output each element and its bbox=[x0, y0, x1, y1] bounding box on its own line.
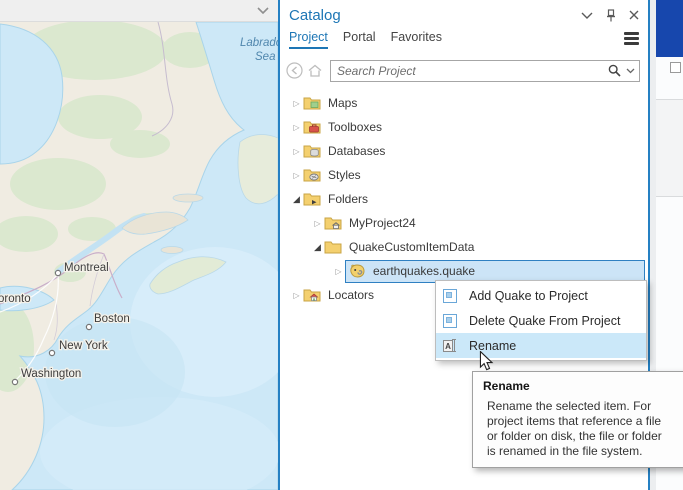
menu-item-rename[interactable]: A Rename bbox=[436, 333, 646, 358]
city-marker-montreal bbox=[54, 269, 62, 277]
tooltip-text-line: Rename the selected item. For bbox=[487, 399, 652, 413]
expander-collapsed-icon[interactable]: ▷ bbox=[332, 267, 345, 276]
rename-tooltip: Rename Rename the selected item. For pro… bbox=[472, 371, 683, 468]
quake-item-icon bbox=[348, 263, 367, 279]
toolboxes-folder-icon bbox=[303, 119, 322, 135]
map-label-newyork: New York bbox=[59, 340, 108, 352]
search-input[interactable] bbox=[337, 63, 608, 78]
expander-collapsed-icon[interactable]: ▷ bbox=[290, 99, 303, 108]
close-icon[interactable] bbox=[629, 10, 639, 20]
tree-label[interactable]: Maps bbox=[328, 96, 357, 110]
styles-folder-icon bbox=[303, 167, 322, 183]
menu-hamburger-icon[interactable] bbox=[624, 32, 639, 45]
tooltip-title: Rename bbox=[483, 379, 530, 393]
tab-project[interactable]: Project bbox=[289, 30, 328, 49]
rename-icon: A bbox=[443, 338, 457, 353]
search-options-chevron-icon[interactable] bbox=[626, 68, 635, 74]
tree-row-myproject24[interactable]: ▷ MyProject24 bbox=[280, 211, 648, 235]
tree-label[interactable]: earthquakes.quake bbox=[373, 264, 475, 278]
add-quake-icon bbox=[443, 288, 457, 303]
map-toolbar bbox=[0, 0, 278, 22]
tree-row-toolboxes[interactable]: ▷ Toolboxes bbox=[280, 115, 648, 139]
city-marker-newyork bbox=[48, 349, 56, 357]
locators-folder-icon bbox=[303, 287, 322, 303]
expander-collapsed-icon[interactable]: ▷ bbox=[311, 219, 324, 228]
tree-row-maps[interactable]: ▷ Maps bbox=[280, 91, 648, 115]
folders-folder-icon bbox=[303, 191, 322, 207]
map-label-toronto: oronto bbox=[0, 293, 31, 305]
catalog-tabs: Project Portal Favorites bbox=[280, 30, 648, 55]
tree-label[interactable]: Locators bbox=[328, 288, 374, 302]
tree-row-databases[interactable]: ▷ Databases bbox=[280, 139, 648, 163]
menu-item-label: Delete Quake From Project bbox=[469, 313, 621, 328]
tab-favorites[interactable]: Favorites bbox=[391, 30, 442, 47]
map-label-montreal: Montreal bbox=[64, 262, 109, 274]
home-folder-icon bbox=[324, 215, 343, 231]
map-label-washington: Washington bbox=[21, 368, 81, 380]
tab-portal[interactable]: Portal bbox=[343, 30, 376, 47]
chevron-down-icon[interactable] bbox=[257, 7, 269, 14]
tree-row-folders[interactable]: ◢ Folders bbox=[280, 187, 648, 211]
pane-collapse-chevron-icon[interactable] bbox=[581, 12, 593, 19]
menu-item-add-quake[interactable]: Add Quake to Project bbox=[436, 283, 646, 308]
tree-label[interactable]: Styles bbox=[328, 168, 361, 182]
delete-quake-icon bbox=[443, 313, 457, 328]
tooltip-text-line: or folder on disk, the file or folder bbox=[487, 429, 662, 443]
expander-expanded-icon[interactable]: ◢ bbox=[290, 194, 303, 205]
context-menu: Add Quake to Project Delete Quake From P… bbox=[435, 280, 647, 361]
plain-folder-icon bbox=[324, 239, 343, 255]
search-box bbox=[330, 59, 640, 82]
map-label-labrador-sea-2: Sea bbox=[255, 51, 275, 63]
map-pei-island bbox=[160, 246, 184, 254]
mouse-cursor bbox=[477, 350, 495, 374]
expander-collapsed-icon[interactable]: ▷ bbox=[290, 147, 303, 156]
menu-item-delete-quake[interactable]: Delete Quake From Project bbox=[436, 308, 646, 333]
basemap[interactable]: Montreal oronto Boston New York Washingt… bbox=[0, 22, 278, 490]
home-button[interactable] bbox=[307, 63, 323, 78]
city-marker-washington bbox=[11, 378, 19, 386]
tree-row-styles[interactable]: ▷ Styles bbox=[280, 163, 648, 187]
tree-row-quakecustomitemdata[interactable]: ◢ QuakeCustomItemData bbox=[280, 235, 648, 259]
tree-label[interactable]: MyProject24 bbox=[349, 216, 416, 230]
pane-title: Catalog bbox=[289, 6, 341, 24]
databases-folder-icon bbox=[303, 143, 322, 159]
map-label-boston: Boston bbox=[94, 313, 130, 325]
back-button[interactable] bbox=[286, 62, 303, 79]
adjacent-pane-section bbox=[656, 100, 683, 196]
city-marker-boston bbox=[85, 323, 93, 331]
expander-collapsed-icon[interactable]: ▷ bbox=[290, 171, 303, 180]
tree-label[interactable]: Folders bbox=[328, 192, 368, 206]
menu-item-label: Add Quake to Project bbox=[469, 288, 588, 303]
catalog-search-row bbox=[280, 55, 648, 86]
map-label-labrador-sea-1: Labrador bbox=[240, 37, 278, 49]
map-region: Montreal oronto Boston New York Washingt… bbox=[0, 0, 278, 490]
tooltip-text-line: project items that reference a file bbox=[487, 414, 662, 428]
tree-label[interactable]: Toolboxes bbox=[328, 120, 382, 134]
map-newfoundland bbox=[237, 134, 278, 205]
search-icon[interactable] bbox=[608, 64, 621, 77]
catalog-tree: ▷ Maps ▷ Toolboxes ▷ Databases ▷ Styles … bbox=[280, 91, 648, 307]
maps-folder-icon bbox=[303, 95, 322, 111]
expander-collapsed-icon[interactable]: ▷ bbox=[290, 123, 303, 132]
expander-expanded-icon[interactable]: ◢ bbox=[311, 242, 324, 253]
tooltip-text-line: is renamed in the file system. bbox=[487, 444, 643, 458]
map-anticosti-island bbox=[172, 193, 204, 203]
expander-collapsed-icon[interactable]: ▷ bbox=[290, 291, 303, 300]
tree-label[interactable]: QuakeCustomItemData bbox=[349, 240, 474, 254]
tree-label[interactable]: Databases bbox=[328, 144, 385, 158]
pin-icon[interactable] bbox=[606, 8, 616, 22]
catalog-pane-header: Catalog bbox=[280, 0, 648, 30]
adjacent-pane-checkbox[interactable] bbox=[670, 62, 681, 73]
adjacent-pane-header bbox=[656, 0, 683, 57]
